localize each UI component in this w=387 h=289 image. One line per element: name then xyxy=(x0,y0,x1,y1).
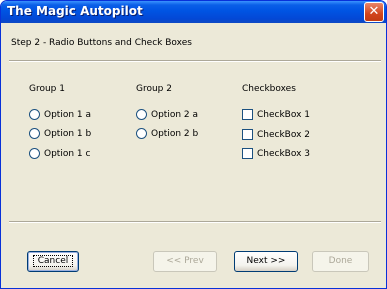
radio-option-2a[interactable]: Option 2 a xyxy=(136,109,198,120)
checkbox-box[interactable] xyxy=(242,109,253,120)
group1-label: Group 1 xyxy=(29,84,65,94)
header-separator xyxy=(9,60,381,62)
done-button[interactable]: Done xyxy=(312,251,369,272)
close-icon: ✕ xyxy=(368,4,380,19)
done-label: Done xyxy=(328,256,353,266)
footer-separator xyxy=(9,221,381,223)
next-label: Next >> xyxy=(246,256,286,266)
radio-label: Option 1 c xyxy=(44,148,91,159)
radio-option-1b[interactable]: Option 1 b xyxy=(29,128,91,139)
checkbox-label: CheckBox 2 xyxy=(257,129,311,140)
window-title: The Magic Autopilot xyxy=(7,4,143,18)
radio-button[interactable] xyxy=(136,128,147,139)
group2-label: Group 2 xyxy=(136,84,172,94)
radio-option-1a[interactable]: Option 1 a xyxy=(29,109,91,120)
radio-option-1c[interactable]: Option 1 c xyxy=(29,148,90,159)
next-button[interactable]: Next >> xyxy=(234,251,298,272)
checkbox-box[interactable] xyxy=(242,148,253,159)
close-button[interactable]: ✕ xyxy=(364,2,384,22)
radio-button[interactable] xyxy=(29,128,40,139)
cancel-label: Cancel xyxy=(32,255,74,267)
radio-label: Option 1 b xyxy=(44,128,92,139)
prev-button[interactable]: << Prev xyxy=(153,251,217,272)
radio-button[interactable] xyxy=(136,109,147,120)
step-heading: Step 2 - Radio Buttons and Check Boxes xyxy=(11,38,192,48)
checkbox-label: CheckBox 1 xyxy=(257,109,311,120)
cancel-button[interactable]: Cancel xyxy=(27,251,79,272)
checkbox-3[interactable]: CheckBox 3 xyxy=(242,148,310,159)
radio-button[interactable] xyxy=(29,109,40,120)
radio-label: Option 2 b xyxy=(151,128,199,139)
radio-button[interactable] xyxy=(29,148,40,159)
checkbox-box[interactable] xyxy=(242,129,253,140)
radio-label: Option 1 a xyxy=(44,109,91,120)
title-bar[interactable]: The Magic Autopilot ✕ xyxy=(1,1,386,23)
checkbox-label: CheckBox 3 xyxy=(257,148,311,159)
wizard-window: The Magic Autopilot ✕ Step 2 - Radio But… xyxy=(0,0,387,289)
radio-option-2b[interactable]: Option 2 b xyxy=(136,128,198,139)
prev-label: << Prev xyxy=(166,256,204,266)
checkboxes-label: Checkboxes xyxy=(242,84,296,94)
checkbox-1[interactable]: CheckBox 1 xyxy=(242,109,310,120)
checkbox-2[interactable]: CheckBox 2 xyxy=(242,129,310,140)
radio-label: Option 2 a xyxy=(151,109,198,120)
